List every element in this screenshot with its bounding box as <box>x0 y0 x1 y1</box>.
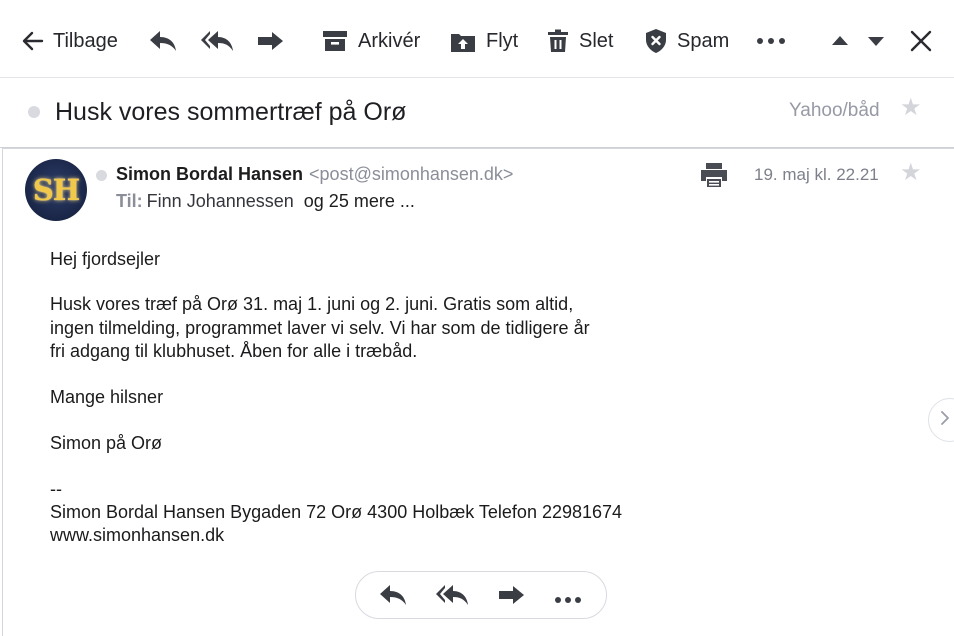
forward-icon <box>257 31 284 51</box>
more-dots-icon <box>554 591 582 608</box>
spam-button[interactable]: Spam <box>645 24 729 58</box>
quick-actions-bar <box>355 571 607 619</box>
quick-forward-button[interactable] <box>498 585 525 610</box>
quick-more-button[interactable] <box>554 591 582 609</box>
body-line: fri adgang til klubhuset. Åben for alle … <box>50 341 418 361</box>
avatar[interactable]: SH <box>25 159 87 221</box>
back-button[interactable]: Tilbage <box>22 24 118 58</box>
caret-up-icon <box>831 35 849 47</box>
body-closing: Mange hilsner <box>50 387 164 407</box>
archive-label: Arkivér <box>358 29 421 52</box>
reply-button[interactable] <box>149 24 177 58</box>
more-recipients-link[interactable]: og 25 mere ... <box>304 191 415 211</box>
move-button[interactable]: Flyt <box>450 24 518 58</box>
next-message-button[interactable] <box>867 24 885 58</box>
forward-button[interactable] <box>257 24 284 58</box>
archive-button[interactable]: Arkivér <box>322 24 420 58</box>
close-button[interactable] <box>910 24 932 58</box>
forward-icon <box>498 586 525 609</box>
reply-all-button[interactable] <box>201 24 234 58</box>
more-actions-button[interactable] <box>756 24 786 58</box>
reply-all-icon <box>436 585 469 610</box>
body-line: ingen tilmelding, programmet laver vi se… <box>50 317 590 338</box>
body-signoff: Simon på Orø <box>50 433 163 453</box>
delete-button[interactable]: Slet <box>547 24 613 58</box>
reply-all-icon <box>201 30 234 52</box>
recipient-name[interactable]: Finn Johannessen <box>147 191 294 211</box>
avatar-initials: SH <box>32 173 80 207</box>
reply-icon <box>379 585 407 610</box>
move-label: Flyt <box>486 29 519 52</box>
arrow-left-icon <box>22 31 44 51</box>
body-greeting: Hej fjordsejler <box>50 249 161 269</box>
subject-row: Husk vores sommertræf på Orø Yahoo/båd ★ <box>0 78 954 148</box>
shield-x-icon <box>645 28 667 54</box>
trash-icon <box>547 29 569 53</box>
quick-reply-button[interactable] <box>379 584 407 611</box>
quick-reply-all-button[interactable] <box>436 584 469 611</box>
printer-icon <box>700 163 728 192</box>
more-dots-icon <box>756 37 786 45</box>
sender-email[interactable]: <post@simonhansen.dk> <box>309 164 513 184</box>
to-label: Til: <box>116 191 143 211</box>
archive-icon <box>322 30 348 52</box>
message-date: 19. maj kl. 22.21 <box>754 165 879 184</box>
delete-label: Slet <box>579 29 614 52</box>
recipients-line: Til: Finn Johannessen og 25 mere ... <box>116 191 415 212</box>
caret-down-icon <box>867 35 885 47</box>
spam-label: Spam <box>677 29 730 52</box>
message-toolbar: Tilbage Arkivér Flyt Slet Spam <box>0 0 954 78</box>
sender-line: Simon Bordal Hansen <post@simonhansen.dk> <box>116 164 513 185</box>
close-icon <box>910 30 932 52</box>
folder-label[interactable]: Yahoo/båd <box>789 100 880 122</box>
unread-indicator[interactable] <box>28 106 40 118</box>
signature-line: Simon Bordal Hansen Bygaden 72 Orø 4300 … <box>50 502 623 522</box>
move-icon <box>450 29 476 53</box>
signature-link[interactable]: www.simonhansen.dk <box>50 524 224 548</box>
star-icon[interactable]: ★ <box>900 96 922 120</box>
print-button[interactable] <box>700 162 728 193</box>
previous-message-button[interactable] <box>831 24 849 58</box>
star-icon[interactable]: ★ <box>900 161 922 185</box>
presence-indicator <box>96 170 107 181</box>
reply-icon <box>149 30 177 52</box>
chevron-right-icon <box>941 410 949 430</box>
body-line: Husk vores træf på Orø 31. maj 1. juni o… <box>50 294 574 314</box>
message-subject: Husk vores sommertræf på Orø <box>55 98 407 126</box>
sender-name[interactable]: Simon Bordal Hansen <box>116 164 303 184</box>
back-label: Tilbage <box>53 29 118 52</box>
signature-separator: -- <box>50 479 62 499</box>
